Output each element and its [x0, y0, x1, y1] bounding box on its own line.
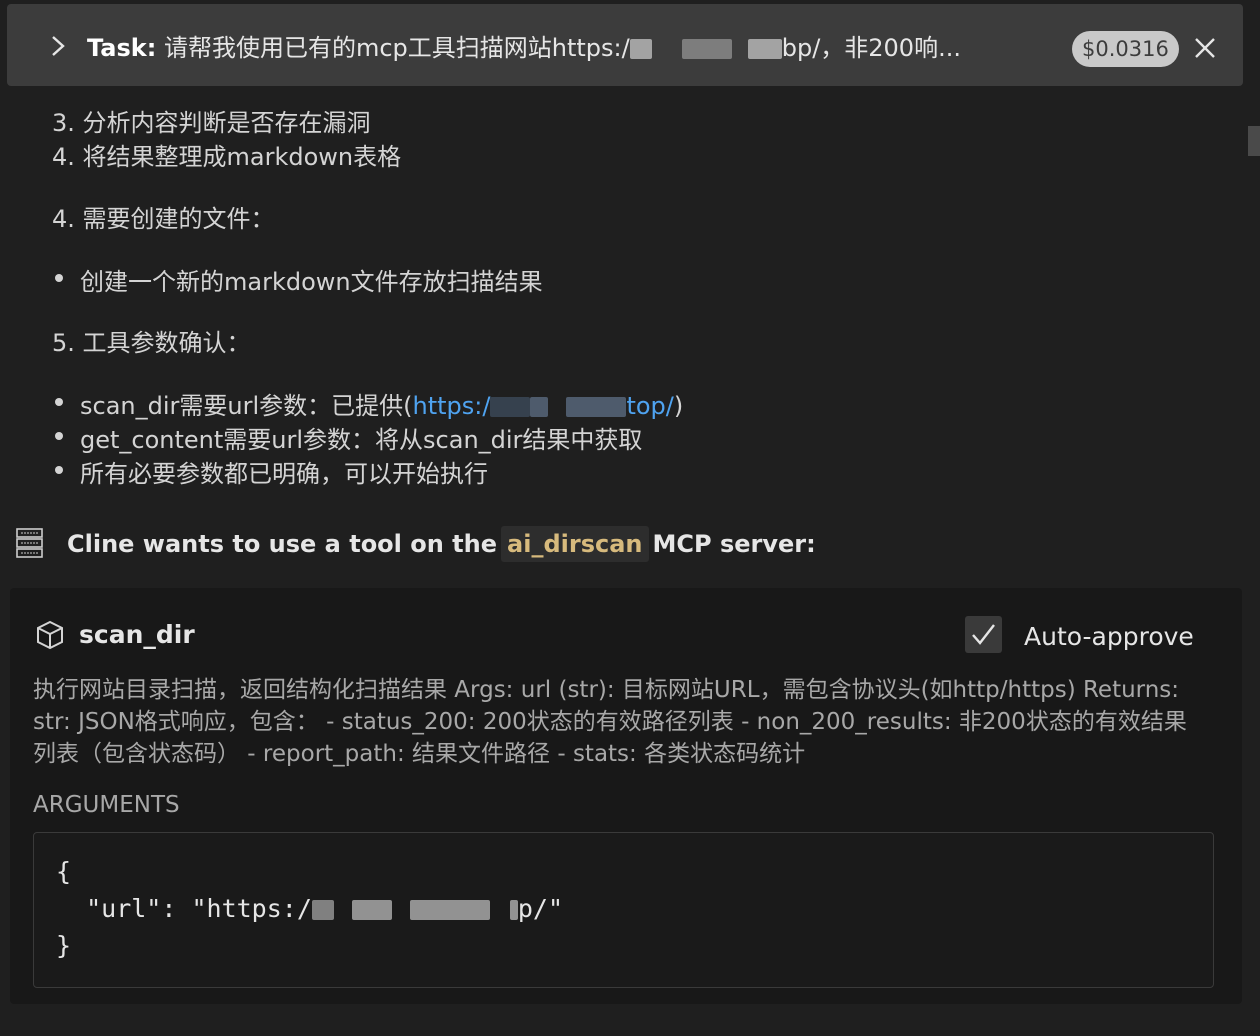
arguments-heading: ARGUMENTS [33, 792, 180, 818]
checkmark-icon [972, 624, 995, 645]
tool-description: 执行网站目录扫描，返回结构化扫描结果 Args: url (str): 目标网站… [33, 677, 1187, 767]
tool-name: scan_dir [79, 620, 195, 649]
server-name: ai_dirscan [501, 526, 649, 562]
bullet-item: scan_dir需要url参数：已提供(https:/top/) [80, 392, 684, 420]
bullet-dot [55, 432, 63, 440]
close-icon[interactable] [1194, 37, 1216, 59]
arguments-code-block: { "url": "https:/p/" } [33, 832, 1214, 988]
chevron-right-icon[interactable] [49, 34, 67, 58]
scrollbar-thumb[interactable] [1248, 126, 1260, 156]
plan-line: 4. 将结果整理成markdown表格 [52, 143, 402, 171]
url-link[interactable]: https:/top/ [413, 392, 674, 420]
plan-line: 3. 分析内容判断是否存在漏洞 [52, 109, 371, 137]
bullet-dot [55, 466, 63, 474]
task-title: Task: 请帮我使用已有的mcp工具扫描网站https:/bp/，非200响.… [87, 34, 961, 62]
plan-heading: 5. 工具参数确认： [52, 329, 251, 357]
auto-approve-checkbox[interactable] [965, 616, 1002, 653]
code-line: } [56, 931, 72, 960]
bullet-item: 所有必要参数都已明确，可以开始执行 [80, 460, 488, 488]
code-line: { [56, 857, 72, 886]
server-icon [16, 528, 43, 558]
plan-heading: 4. 需要创建的文件： [52, 205, 275, 233]
cube-icon [37, 620, 63, 650]
bullet-dot [55, 274, 63, 282]
code-line: "url": "https:/p/" [56, 894, 564, 923]
mcp-request-title: Cline wants to use a tool on the ai_dirsc… [67, 526, 816, 562]
bullet-item: 创建一个新的markdown文件存放扫描结果 [80, 268, 543, 296]
auto-approve-label[interactable]: Auto-approve [1024, 622, 1194, 651]
cost-badge: $0.0316 [1072, 31, 1179, 67]
task-header[interactable]: Task: 请帮我使用已有的mcp工具扫描网站https:/bp/，非200响.… [7, 4, 1243, 86]
bullet-item: get_content需要url参数：将从scan_dir结果中获取 [80, 426, 643, 454]
bullet-dot [55, 398, 63, 406]
